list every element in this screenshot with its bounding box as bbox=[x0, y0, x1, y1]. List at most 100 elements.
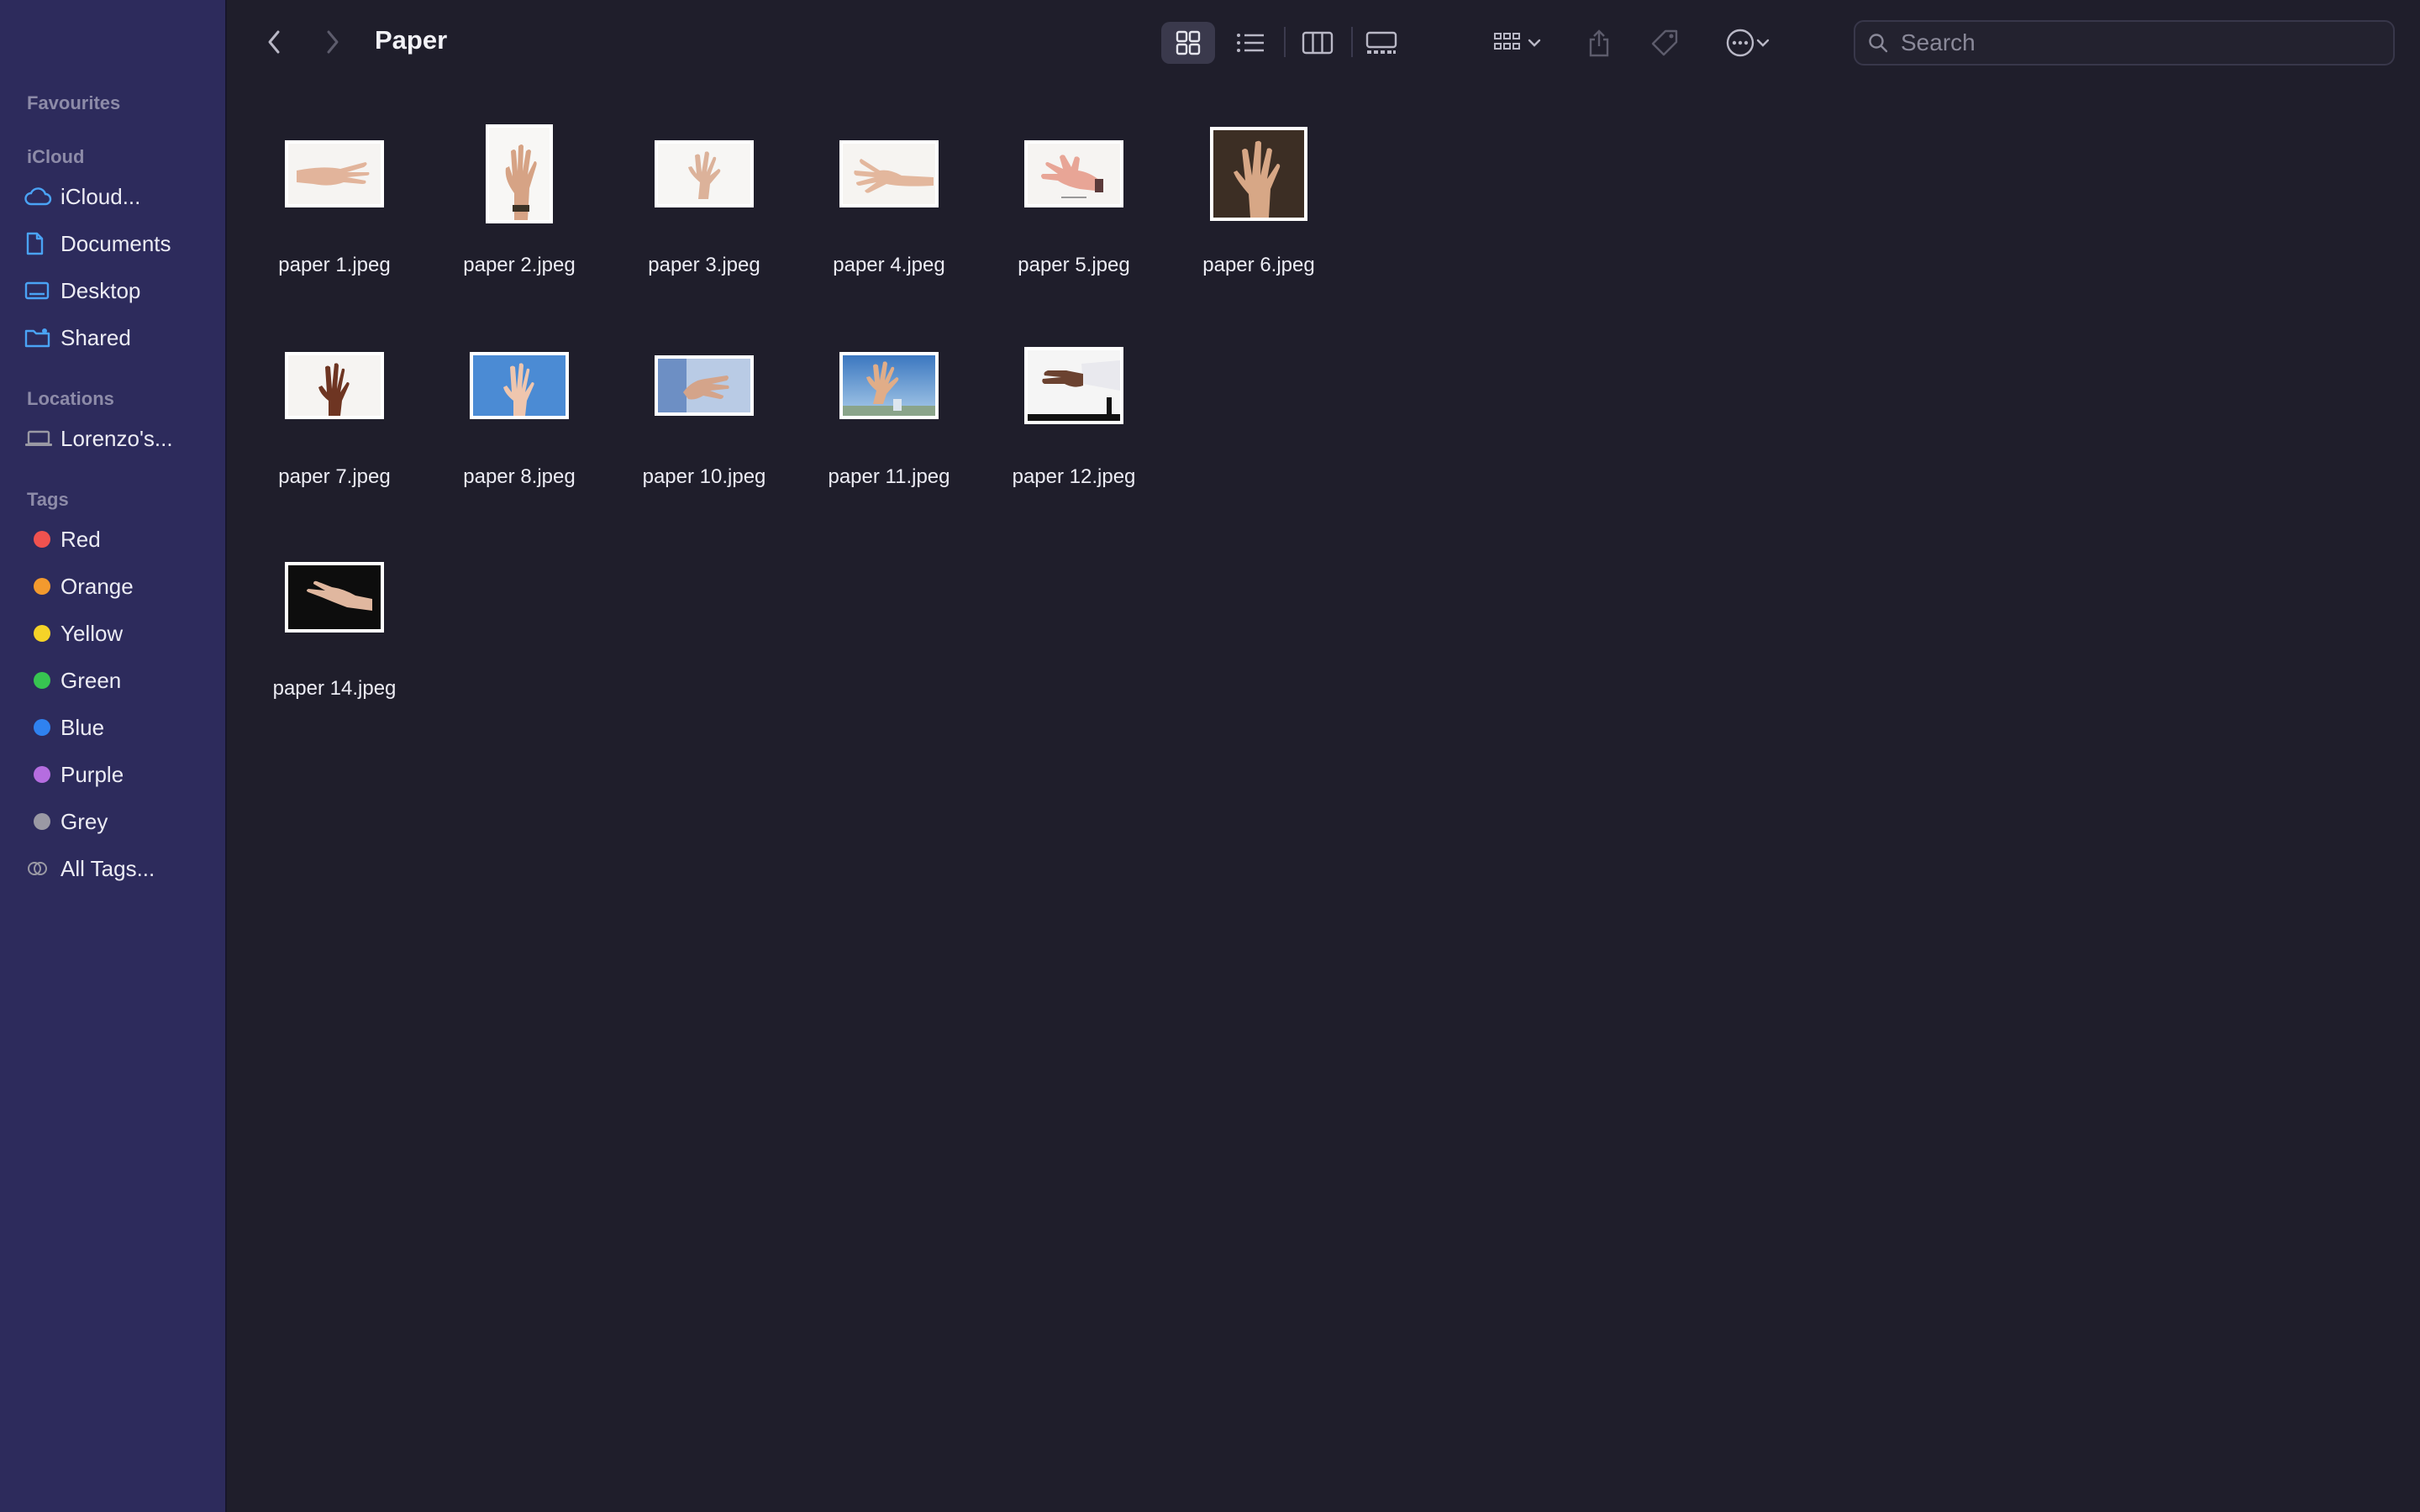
search-icon bbox=[1867, 32, 1889, 54]
group-grid-icon bbox=[1493, 30, 1527, 55]
all-tags-icon bbox=[24, 853, 60, 884]
file-item[interactable]: paper 7.jpeg bbox=[242, 323, 427, 507]
search-input[interactable] bbox=[1899, 29, 2373, 57]
sidebar-item-label: iCloud... bbox=[60, 183, 141, 209]
gallery-view-button[interactable] bbox=[1358, 22, 1405, 64]
tag-color-dot-icon bbox=[24, 806, 60, 837]
tag-button[interactable] bbox=[1644, 22, 1686, 64]
file-name: paper 4.jpeg bbox=[833, 254, 945, 276]
sidebar-item-label: All Tags... bbox=[60, 855, 155, 881]
search-field[interactable] bbox=[1854, 20, 2395, 66]
back-button[interactable] bbox=[257, 25, 291, 59]
file-name: paper 5.jpeg bbox=[1018, 254, 1130, 276]
sidebar-item-all-tags[interactable]: All Tags... bbox=[24, 850, 213, 887]
icon-view-button[interactable] bbox=[1161, 22, 1215, 64]
tags-heading: Tags bbox=[27, 489, 69, 510]
sidebar-item-label: Desktop bbox=[60, 277, 141, 303]
toolbar-divider bbox=[1351, 27, 1353, 57]
tag-color-dot-icon bbox=[24, 618, 60, 648]
image-thumbnail bbox=[839, 140, 939, 207]
file-item[interactable]: paper 6.jpeg bbox=[1166, 111, 1351, 296]
chevron-left-icon bbox=[266, 29, 282, 55]
sidebar-item-shared[interactable]: Shared bbox=[24, 319, 213, 356]
file-name: paper 2.jpeg bbox=[463, 254, 576, 276]
image-thumbnail bbox=[839, 352, 939, 419]
sidebar-item-tag-blue[interactable]: Blue bbox=[24, 709, 213, 746]
chevron-down-icon bbox=[1527, 38, 1542, 48]
image-thumbnail bbox=[470, 352, 569, 419]
file-item[interactable]: paper 14.jpeg bbox=[242, 534, 427, 719]
toolbar-divider bbox=[1284, 27, 1286, 57]
sidebar-item-label: Documents bbox=[60, 230, 171, 256]
column-view-button[interactable] bbox=[1294, 22, 1341, 64]
laptop-icon bbox=[24, 423, 60, 454]
favourites-heading: Favourites bbox=[27, 92, 121, 113]
file-name: paper 7.jpeg bbox=[278, 465, 391, 488]
image-thumbnail bbox=[285, 562, 384, 633]
file-item[interactable]: paper 1.jpeg bbox=[242, 111, 427, 296]
tag-color-dot-icon bbox=[24, 571, 60, 601]
sidebar-item-tag-orange[interactable]: Orange bbox=[24, 568, 213, 605]
ellipsis-circle-icon bbox=[1725, 28, 1755, 58]
file-item[interactable]: paper 5.jpeg bbox=[981, 111, 1166, 296]
sidebar-item-desktop[interactable]: Desktop bbox=[24, 272, 213, 309]
image-thumbnail bbox=[1024, 140, 1123, 207]
sidebar-item-tag-green[interactable]: Green bbox=[24, 662, 213, 699]
shared-folder-icon bbox=[24, 323, 60, 353]
image-thumbnail bbox=[655, 140, 754, 207]
tag-color-dot-icon bbox=[24, 712, 60, 743]
sidebar-item-tag-purple[interactable]: Purple bbox=[24, 756, 213, 793]
sidebar-item-label: Lorenzo's... bbox=[60, 425, 173, 451]
sidebar-item-label: Blue bbox=[60, 714, 105, 740]
file-item[interactable]: paper 3.jpeg bbox=[612, 111, 797, 296]
list-view-icon bbox=[1235, 30, 1265, 55]
cloud-icon bbox=[24, 181, 60, 212]
desktop-icon bbox=[24, 276, 60, 306]
chevron-down-icon bbox=[1755, 38, 1770, 48]
icloud-heading: iCloud bbox=[27, 146, 85, 167]
sidebar: Favourites iCloud iCloud... Documents De… bbox=[0, 0, 227, 1512]
file-item[interactable]: paper 11.jpeg bbox=[797, 323, 981, 507]
column-view-icon bbox=[1302, 30, 1334, 55]
image-thumbnail bbox=[1210, 127, 1307, 221]
sidebar-item-tag-red[interactable]: Red bbox=[24, 521, 213, 558]
group-button[interactable] bbox=[1484, 22, 1551, 64]
list-view-button[interactable] bbox=[1227, 22, 1274, 64]
file-item[interactable]: paper 10.jpeg bbox=[612, 323, 797, 507]
sidebar-item-label: Shared bbox=[60, 324, 131, 350]
sidebar-item-label: Green bbox=[60, 667, 122, 693]
file-name: paper 11.jpeg bbox=[828, 465, 950, 488]
image-thumbnail bbox=[285, 352, 384, 419]
sidebar-item-label: Grey bbox=[60, 808, 108, 834]
image-thumbnail bbox=[285, 140, 384, 207]
file-name: paper 6.jpeg bbox=[1202, 254, 1315, 276]
sidebar-item-label: Yellow bbox=[60, 620, 124, 646]
more-actions-button[interactable] bbox=[1714, 22, 1781, 64]
gallery-view-icon bbox=[1365, 30, 1398, 55]
forward-button[interactable] bbox=[316, 25, 350, 59]
tag-icon bbox=[1649, 28, 1680, 58]
file-item[interactable]: paper 4.jpeg bbox=[797, 111, 981, 296]
sidebar-item-tag-grey[interactable]: Grey bbox=[24, 803, 213, 840]
file-name: paper 10.jpeg bbox=[642, 465, 766, 488]
tag-color-dot-icon bbox=[24, 665, 60, 696]
window-title: Paper bbox=[375, 25, 448, 55]
file-item[interactable]: paper 8.jpeg bbox=[427, 323, 612, 507]
share-button[interactable] bbox=[1578, 22, 1620, 64]
file-name: paper 8.jpeg bbox=[463, 465, 576, 488]
sidebar-item-icloud-drive[interactable]: iCloud... bbox=[24, 178, 213, 215]
sidebar-item-documents[interactable]: Documents bbox=[24, 225, 213, 262]
file-item[interactable]: paper 12.jpeg bbox=[981, 323, 1166, 507]
tag-color-dot-icon bbox=[24, 759, 60, 790]
icon-view-icon bbox=[1175, 29, 1202, 56]
image-thumbnail bbox=[486, 124, 553, 223]
image-thumbnail bbox=[655, 355, 754, 416]
share-icon bbox=[1586, 28, 1612, 58]
sidebar-item-laptop[interactable]: Lorenzo's... bbox=[24, 420, 213, 457]
locations-heading: Locations bbox=[27, 388, 114, 409]
sidebar-item-label: Red bbox=[60, 526, 101, 552]
file-item[interactable]: paper 2.jpeg bbox=[427, 111, 612, 296]
sidebar-item-tag-yellow[interactable]: Yellow bbox=[24, 615, 213, 652]
chevron-right-icon bbox=[324, 29, 341, 55]
file-name: paper 3.jpeg bbox=[648, 254, 760, 276]
